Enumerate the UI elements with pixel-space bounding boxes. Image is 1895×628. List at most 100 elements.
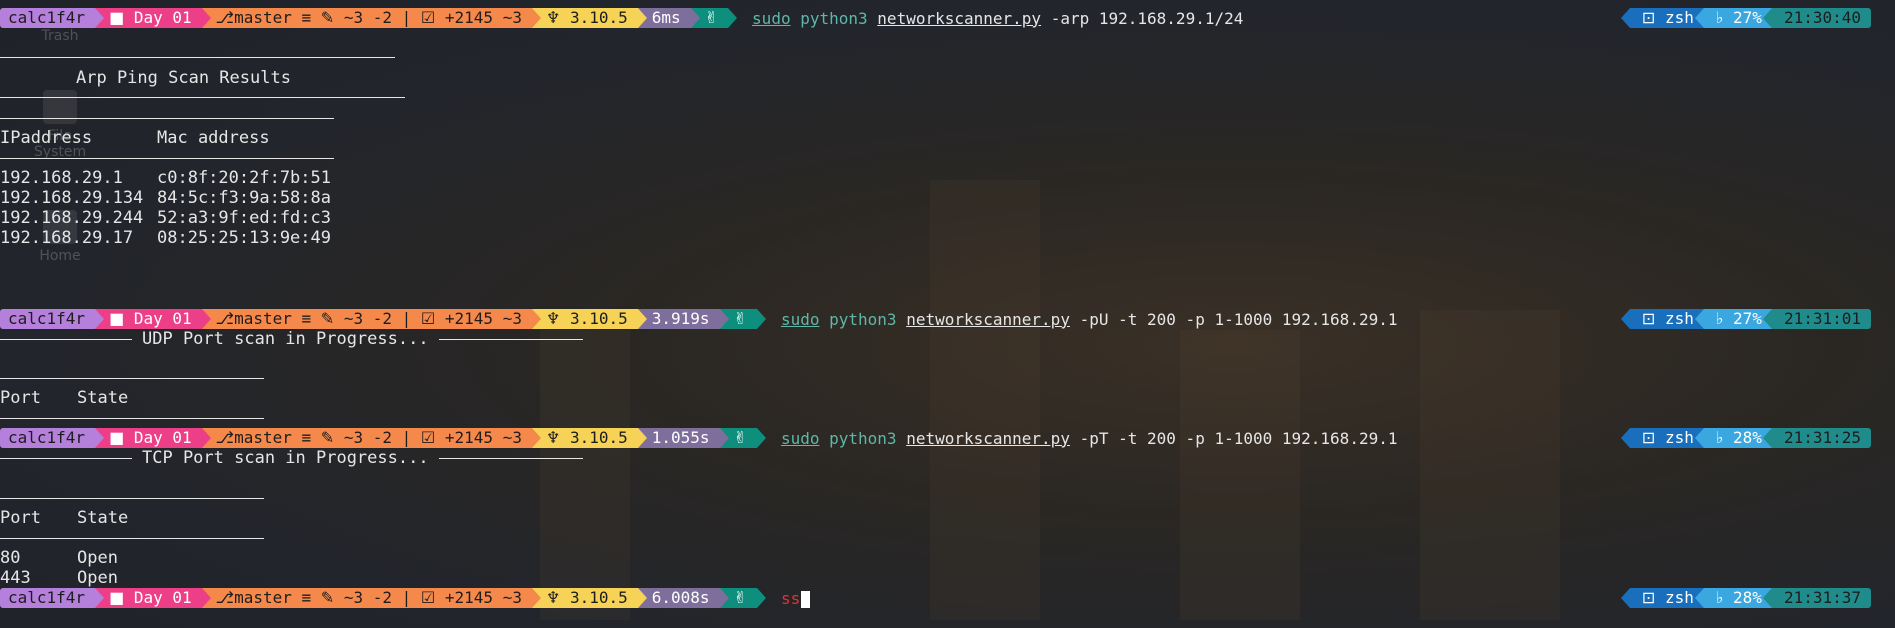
arp-row-mac: 52:a3:9f:ed:fd:c3 — [157, 208, 331, 228]
prompt-right: ⊡ zsh ♭ 28% 21:31:25 — [1620, 428, 1871, 448]
arp-row-ip: 192.168.29.1 — [0, 168, 123, 188]
prompt-right: ⊡ zsh ♭ 28% 21:31:37 — [1620, 588, 1871, 608]
arp-row-mac: 08:25:25:13:9e:49 — [157, 228, 331, 248]
tcp-row-port: 443 — [0, 568, 31, 588]
prompt-python: ♆ 3.10.5 — [531, 588, 647, 608]
git-branch-icon: ⎇ — [215, 588, 235, 607]
home-label: Home — [39, 248, 81, 264]
arp-row-mac: 84:5c:f3:9a:58:8a — [157, 188, 331, 208]
prompt-user: calc1f4r — [0, 309, 105, 329]
divider — [0, 97, 405, 98]
prompt-git: ⎇master ≡ ✎ ~3 -2 | ☑ +2145 ~3 — [201, 428, 542, 448]
clock-segment: 21:30:40 — [1762, 8, 1871, 28]
wallpaper-shape — [1420, 310, 1560, 620]
divider — [0, 118, 334, 119]
clock-segment: 21:31:01 — [1762, 309, 1871, 329]
battery-segment: ♭ 27% — [1694, 309, 1772, 329]
tcp-banner: TCP Port scan in Progress... — [0, 448, 583, 468]
git-branch-icon: ⎇ — [215, 428, 235, 447]
desktop-filesystem[interactable]: File System — [20, 90, 100, 160]
edit-icon: ✎ — [320, 8, 335, 27]
shell-segment: ⊡ zsh — [1620, 588, 1704, 608]
python-icon: ♆ — [545, 8, 561, 27]
python-icon: ♆ — [545, 309, 561, 328]
check-square-icon: ☑ — [420, 309, 436, 328]
prompt-user: calc1f4r — [0, 428, 105, 448]
terminal-icon: ⊡ — [1641, 588, 1656, 607]
desktop-trash[interactable]: Trash — [20, 28, 100, 44]
udp-banner: UDP Port scan in Progress... — [0, 329, 583, 349]
battery-icon: ♭ — [1715, 309, 1724, 328]
wallpaper-shape — [540, 330, 630, 620]
arp-col-mac: Mac address — [157, 128, 270, 148]
tcp-col-port: Port — [0, 508, 41, 528]
tcp-banner-text: TCP Port scan in Progress... — [142, 448, 429, 468]
battery-icon: ♭ — [1715, 428, 1724, 447]
arp-title: Arp Ping Scan Results — [76, 68, 291, 88]
arp-col-ip: IPaddress — [0, 128, 93, 148]
arp-row-mac: c0:8f:20:2f:7b:51 — [157, 168, 331, 188]
prompt-right: ⊡ zsh ♭ 27% 21:31:01 — [1620, 309, 1871, 329]
divider — [0, 57, 395, 58]
python-icon: ♆ — [545, 588, 561, 607]
tcp-row-state: Open — [77, 548, 118, 568]
battery-segment: ♭ 28% — [1694, 588, 1772, 608]
success-icon: ✌ — [704, 8, 719, 27]
folder-icon: ■ — [109, 8, 125, 27]
shell-segment: ⊡ zsh — [1620, 8, 1704, 28]
udp-col-state: State — [77, 388, 129, 408]
divider — [0, 538, 264, 539]
prompt-python: ♆ 3.10.5 — [531, 309, 647, 329]
prompt-directory: ■ Day 01 — [95, 8, 211, 28]
edit-icon: ✎ — [320, 309, 335, 328]
prompt-directory: ■ Day 01 — [95, 428, 211, 448]
command-input[interactable]: ss — [781, 589, 811, 608]
battery-segment: ♭ 28% — [1694, 428, 1772, 448]
success-icon: ✌ — [733, 588, 747, 607]
edit-icon: ✎ — [320, 588, 335, 607]
prompt-line: calc1f4r ■ Day 01 ⎇master ≡ ✎ ~3 -2 | ☑ … — [0, 8, 1243, 28]
git-branch-icon: ⎇ — [215, 8, 235, 27]
prompt-user: calc1f4r — [0, 588, 105, 608]
check-square-icon: ☑ — [420, 588, 436, 607]
prompt-duration: 3.919s — [637, 309, 729, 329]
prompt-user: calc1f4r — [0, 8, 105, 28]
arp-row-ip: 192.168.29.17 — [0, 228, 134, 248]
prompt-python: ♆ 3.10.5 — [531, 428, 647, 448]
trash-label: Trash — [41, 28, 79, 44]
udp-col-port: Port — [0, 388, 41, 408]
prompt-directory: ■ Day 01 — [95, 588, 211, 608]
battery-icon: ♭ — [1715, 8, 1724, 27]
prompt-duration: 6.008s — [637, 588, 729, 608]
tcp-col-state: State — [77, 508, 129, 528]
battery-icon: ♭ — [1715, 588, 1724, 607]
git-branch-icon: ⎇ — [215, 309, 235, 328]
divider — [0, 158, 334, 159]
terminal-icon: ⊡ — [1641, 428, 1656, 447]
command-line[interactable]: sudo python3 networkscanner.py -pT -t 20… — [781, 429, 1398, 448]
check-square-icon: ☑ — [420, 8, 436, 27]
prompt-duration: 1.055s — [637, 428, 729, 448]
prompt-git: ⎇master ≡ ✎ ~3 -2 | ☑ +2145 ~3 — [201, 588, 542, 608]
tcp-row-state: Open — [77, 568, 118, 588]
udp-banner-text: UDP Port scan in Progress... — [142, 329, 429, 349]
divider — [0, 498, 264, 499]
edit-icon: ✎ — [320, 428, 335, 447]
prompt-python: ♆ 3.10.5 — [531, 8, 647, 28]
arp-row-ip: 192.168.29.134 — [0, 188, 144, 208]
success-icon: ✌ — [733, 309, 747, 328]
check-square-icon: ☑ — [420, 428, 436, 447]
prompt-line: calc1f4r ■ Day 01 ⎇master ≡ ✎ ~3 -2 | ☑ … — [0, 309, 1397, 329]
tcp-row-port: 80 — [0, 548, 21, 568]
folder-icon: ■ — [109, 309, 125, 328]
wallpaper-shape — [1180, 330, 1300, 620]
divider — [0, 378, 264, 379]
python-icon: ♆ — [545, 428, 561, 447]
command-line[interactable]: sudo python3 networkscanner.py -arp 192.… — [752, 9, 1243, 28]
terminal-icon: ⊡ — [1641, 309, 1656, 328]
prompt-line-active: calc1f4r ■ Day 01 ⎇master ≡ ✎ ~3 -2 | ☑ … — [0, 588, 811, 608]
folder-icon: ■ — [109, 428, 125, 447]
clock-segment: 21:31:37 — [1762, 588, 1871, 608]
command-line[interactable]: sudo python3 networkscanner.py -pU -t 20… — [781, 310, 1398, 329]
terminal-icon: ⊡ — [1641, 8, 1656, 27]
